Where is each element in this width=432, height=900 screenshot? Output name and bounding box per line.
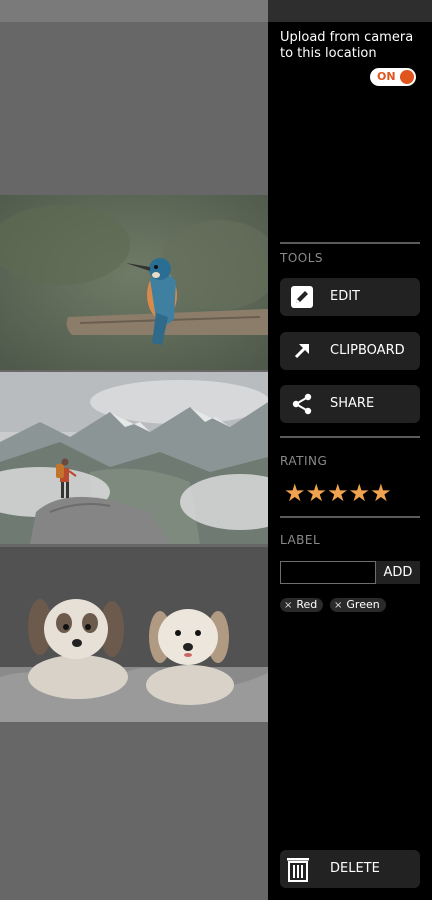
delete-button-label: DELETE [330,861,380,876]
tools-heading: TOOLS [280,251,324,265]
divider [280,242,420,244]
remove-chip-icon[interactable]: × [334,600,342,611]
delete-button[interactable]: DELETE [280,850,420,888]
remove-chip-icon[interactable]: × [284,600,292,611]
status-bar-right [268,0,432,22]
label-chip-red[interactable]: × Red [280,598,324,612]
photo-gallery [0,22,268,900]
mountain-hiker-photo[interactable] [0,372,268,544]
divider [280,516,420,518]
rating-heading: RATING [280,454,328,468]
add-label-button[interactable]: ADD [376,561,420,584]
edit-button-label: EDIT [330,289,360,304]
divider [280,436,420,438]
status-bar-left [0,0,268,22]
share-icon [292,393,312,415]
side-drawer: Upload from camera to this location ON T… [268,22,432,900]
toggle-state-label: ON [377,70,396,83]
pencil-icon [291,286,313,308]
rating-stars[interactable]: ★★★★★ [284,479,392,507]
label-heading: LABEL [280,533,321,547]
edit-button[interactable]: EDIT [280,278,420,316]
arrow-up-right-icon [294,344,309,359]
chip-label: Red [296,598,318,611]
clipboard-button[interactable]: CLIPBOARD [280,332,420,370]
kingfisher-photo[interactable] [0,195,268,370]
upload-setting-label: Upload from camera to this location [280,30,414,61]
label-chip-green[interactable]: × Green [330,598,386,612]
toggle-knob [400,70,414,84]
upload-toggle[interactable]: ON [370,68,416,86]
two-dogs-photo[interactable] [0,547,268,722]
chip-label: Green [346,598,380,611]
trash-icon [287,858,309,882]
label-input[interactable] [280,561,376,584]
share-button-label: SHARE [330,396,375,411]
share-button[interactable]: SHARE [280,385,420,423]
clipboard-button-label: CLIPBOARD [330,343,405,358]
